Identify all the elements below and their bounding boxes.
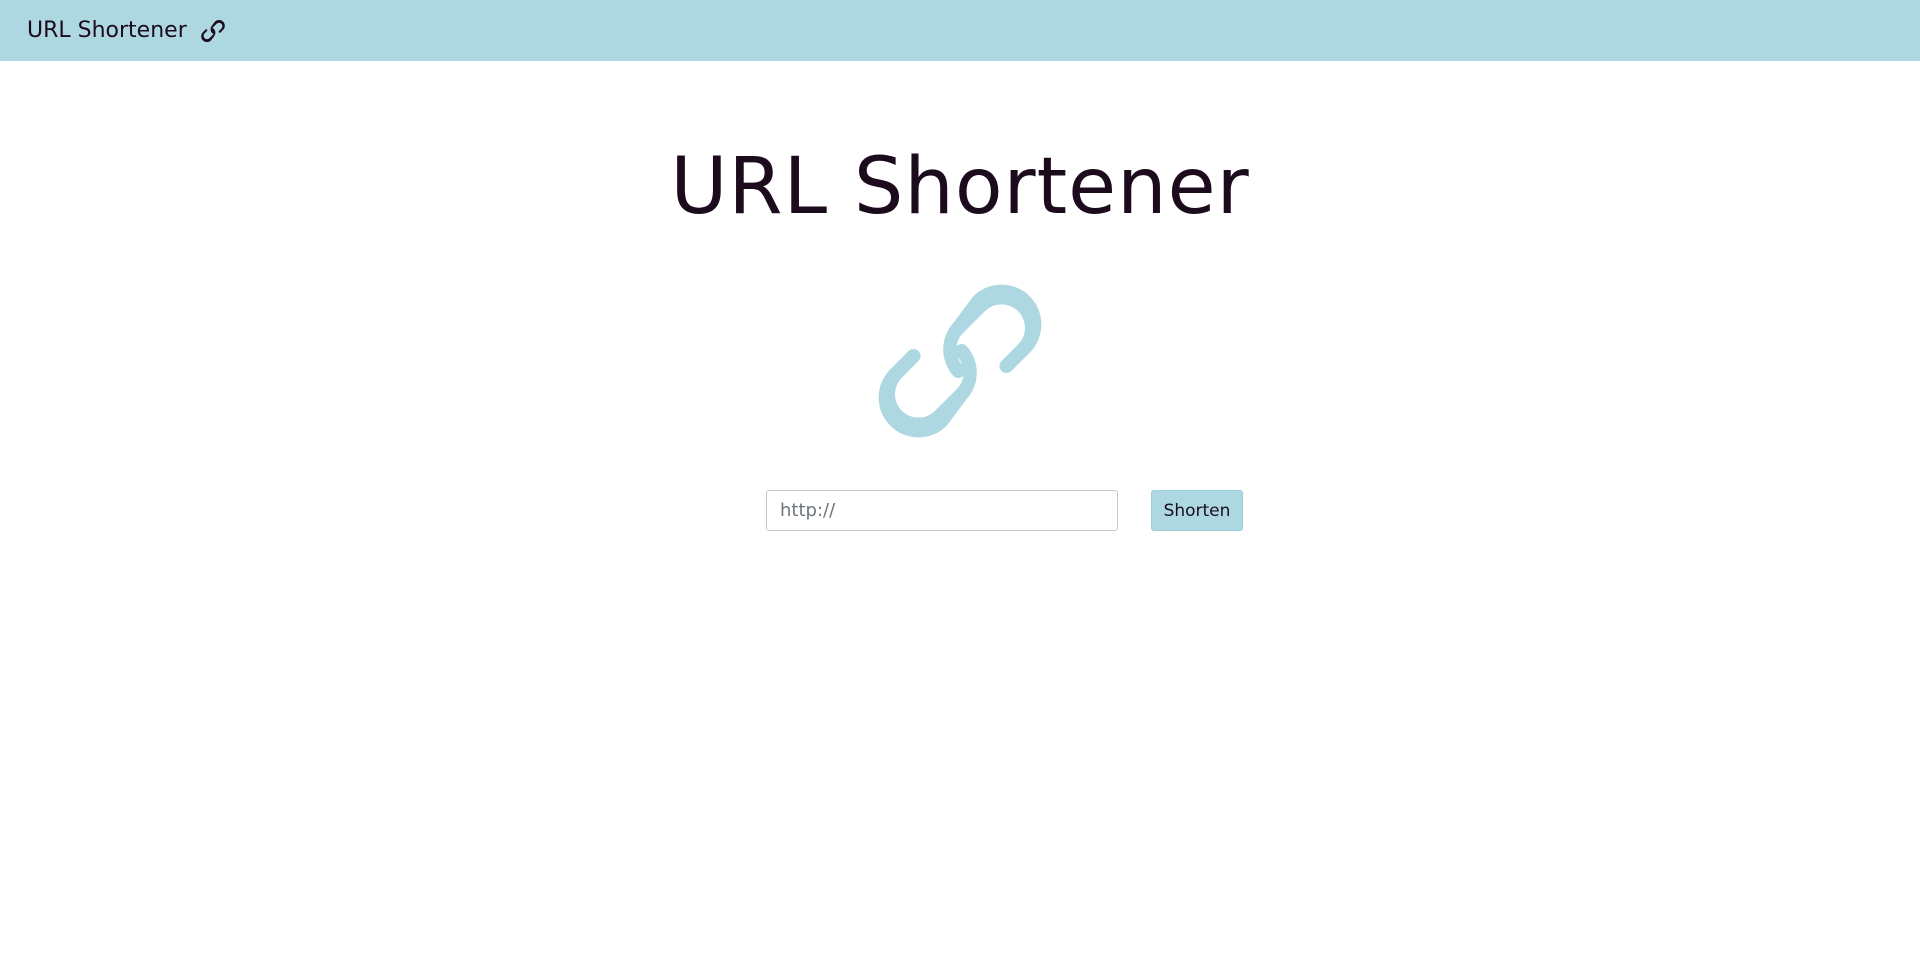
navbar: URL Shortener: [0, 0, 1920, 61]
url-input[interactable]: [766, 490, 1118, 531]
page-title: URL Shortener: [670, 142, 1250, 232]
shorten-form: Shorten: [766, 490, 1243, 531]
brand-label: URL Shortener: [27, 18, 187, 43]
link-icon: [200, 19, 225, 43]
shorten-button[interactable]: Shorten: [1151, 490, 1243, 531]
link-icon: [877, 278, 1043, 444]
brand-link[interactable]: URL Shortener: [27, 18, 225, 43]
